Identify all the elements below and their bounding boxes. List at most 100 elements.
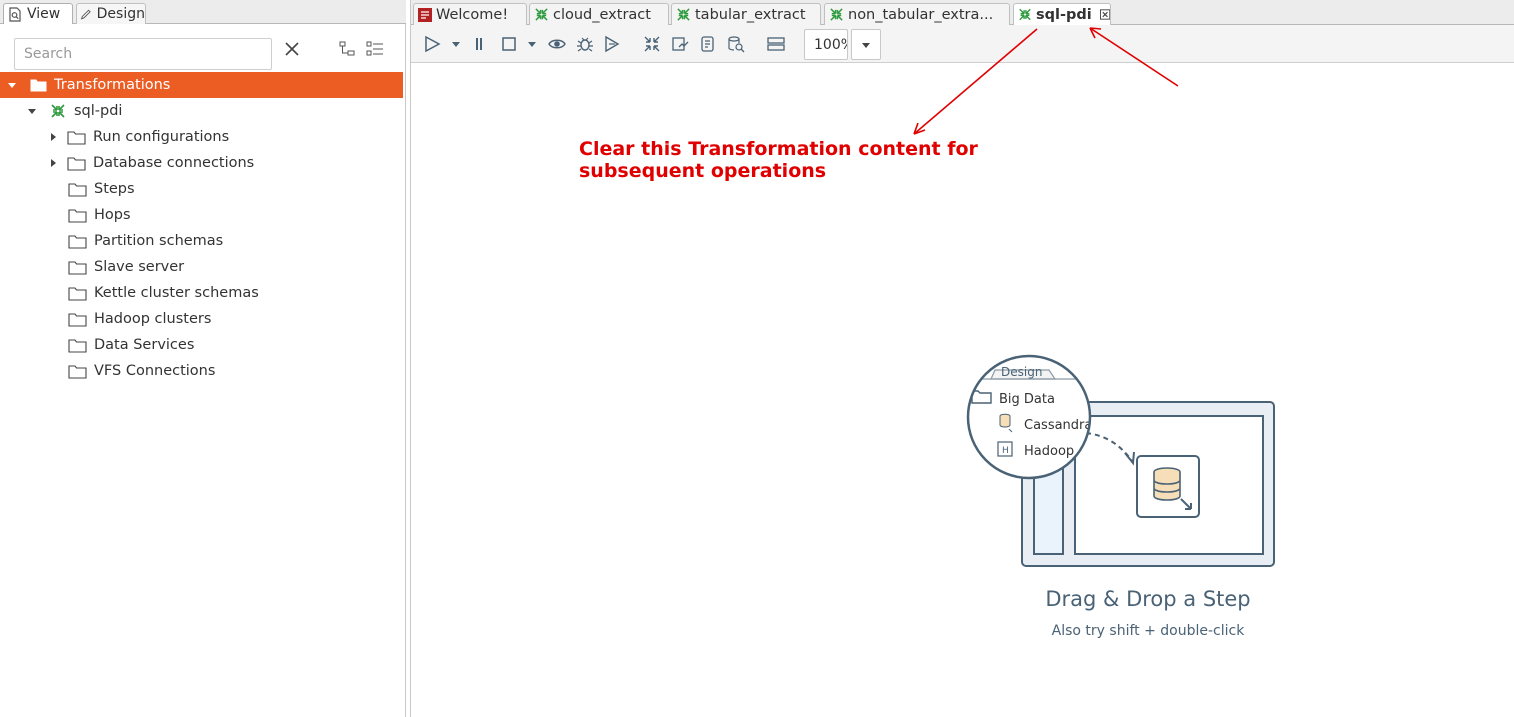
stop-dropdown-icon[interactable] (527, 35, 537, 53)
explorer-panel: View Design Transformations sql-pdi (0, 0, 406, 717)
transformation-icon (535, 8, 548, 21)
tree-item-run-configurations[interactable]: Run configurations (0, 124, 403, 150)
folder-icon (68, 312, 87, 327)
pencil-icon (80, 9, 91, 20)
tree-label: Partition schemas (94, 233, 224, 249)
tab-view-label: View (27, 6, 61, 22)
preview-icon[interactable] (548, 35, 566, 53)
tab-design-label: Design (96, 6, 145, 22)
editor-area: Welcome! cloud_extract tabular_extract n… (410, 0, 1514, 717)
run-dropdown-icon[interactable] (451, 35, 461, 53)
close-tab-icon[interactable] (1099, 9, 1110, 20)
tree-item-data-services[interactable]: Data Services (0, 332, 403, 358)
transformation-icon (1019, 8, 1031, 21)
pause-icon[interactable] (472, 35, 490, 53)
transformation-icon (51, 104, 65, 118)
drag-drop-subtitle: Also try shift + double-click (1051, 623, 1245, 639)
chevron-down-icon (862, 42, 870, 48)
tree-item-hops[interactable]: Hops (0, 202, 403, 228)
tree-item-database-connections[interactable]: Database connections (0, 150, 403, 176)
tab-label: cloud_extract (553, 6, 651, 23)
tree-item-hadoop-clusters[interactable]: Hadoop clusters (0, 306, 403, 332)
folder-icon (68, 182, 87, 197)
explorer-tabbar: View Design (0, 0, 406, 24)
verify-icon[interactable] (643, 35, 661, 53)
collapsed-arrow-icon (51, 133, 56, 141)
stop-icon[interactable] (500, 35, 518, 53)
debug-icon[interactable] (576, 35, 594, 53)
tab-view[interactable]: View (3, 3, 73, 24)
tree-label: Steps (94, 181, 135, 197)
search-field (14, 38, 272, 70)
tree-item-vfs-connections[interactable]: VFS Connections (0, 358, 403, 384)
annotation-line-2: subsequent operations (579, 160, 827, 182)
tree-label: sql-pdi (74, 103, 123, 119)
zoom-input[interactable]: 100% (804, 29, 848, 60)
expand-tree-icon[interactable] (366, 41, 384, 57)
tree-label: Slave server (94, 259, 185, 275)
tree-item-partition-schemas[interactable]: Partition schemas (0, 228, 403, 254)
run-icon[interactable] (423, 35, 441, 53)
view-icon (9, 6, 21, 22)
show-results-icon[interactable] (767, 35, 785, 53)
folder-icon (30, 79, 47, 92)
folder-icon (68, 364, 87, 379)
tab-label: non_tabular_extra... (848, 6, 994, 23)
transformation-icon (830, 8, 843, 21)
tab-label: tabular_extract (695, 6, 806, 23)
tab-design[interactable]: Design (76, 3, 146, 24)
collapsed-arrow-icon (51, 159, 56, 167)
transformation-canvas[interactable]: Clear this Transformation content for su… (411, 63, 1514, 717)
tab-label: Welcome! (436, 6, 509, 23)
collapse-tree-icon[interactable] (338, 41, 356, 57)
welcome-icon (418, 7, 432, 22)
folder-icon (68, 338, 87, 353)
annotation-text: Clear this Transformation content for su… (579, 138, 978, 182)
tree-label: Transformations (54, 77, 171, 93)
tree-item-sql-pdi[interactable]: sql-pdi (0, 98, 403, 124)
folder-icon (68, 234, 87, 249)
illustration-item-2: Hadoop (1024, 444, 1074, 459)
tab-welcome[interactable]: Welcome! (413, 3, 527, 25)
expanded-arrow-icon (28, 109, 36, 114)
illustration-tab-label: Design (1001, 365, 1042, 379)
tree-label: Hadoop clusters (94, 311, 212, 327)
tree-item-kettle-cluster-schemas[interactable]: Kettle cluster schemas (0, 280, 403, 306)
replay-icon[interactable] (603, 35, 621, 53)
app-window: View Design Transformations sql-pdi (0, 0, 1514, 717)
tab-cloud-extract[interactable]: cloud_extract (529, 3, 669, 25)
illustration-folder-label: Big Data (999, 392, 1055, 407)
tree-item-transformations[interactable]: Transformations (0, 72, 403, 98)
folder-icon (68, 208, 87, 223)
tree-label: VFS Connections (94, 363, 216, 379)
annotation-line-1: Clear this Transformation content for (579, 138, 978, 160)
folder-icon (68, 260, 87, 275)
sql-icon[interactable] (699, 35, 717, 53)
tab-label: sql-pdi (1036, 6, 1092, 23)
tab-non-tabular-extract[interactable]: non_tabular_extra... (824, 3, 1010, 25)
tree-label: Run configurations (93, 129, 230, 145)
folder-icon (68, 286, 87, 301)
tab-tabular-extract[interactable]: tabular_extract (671, 3, 821, 25)
hadoop-h-icon: H (1002, 446, 1009, 456)
tree-item-steps[interactable]: Steps (0, 176, 403, 202)
transformation-icon (677, 8, 690, 21)
tree-label: Data Services (94, 337, 195, 353)
tree-item-slave-server[interactable]: Slave server (0, 254, 403, 280)
folder-icon (67, 130, 86, 145)
document-tabbar: Welcome! cloud_extract tabular_extract n… (411, 0, 1514, 25)
tab-sql-pdi[interactable]: sql-pdi (1013, 3, 1111, 25)
zoom-dropdown-button[interactable] (851, 29, 881, 60)
drag-drop-illustration: Design Big Data Cassandra H Hadoop (966, 354, 1275, 567)
search-input[interactable] (15, 39, 271, 69)
clear-search-icon[interactable] (283, 40, 301, 58)
expanded-arrow-icon (8, 83, 16, 88)
tree-label: Database connections (93, 155, 255, 171)
folder-icon (67, 156, 86, 171)
impact-icon[interactable] (671, 35, 689, 53)
explore-db-icon[interactable] (727, 35, 745, 53)
tree-label: Hops (94, 207, 131, 223)
drag-drop-title: Drag & Drop a Step (1045, 587, 1251, 611)
zoom-value: 100% (814, 36, 847, 53)
tree-label: Kettle cluster schemas (94, 285, 259, 301)
